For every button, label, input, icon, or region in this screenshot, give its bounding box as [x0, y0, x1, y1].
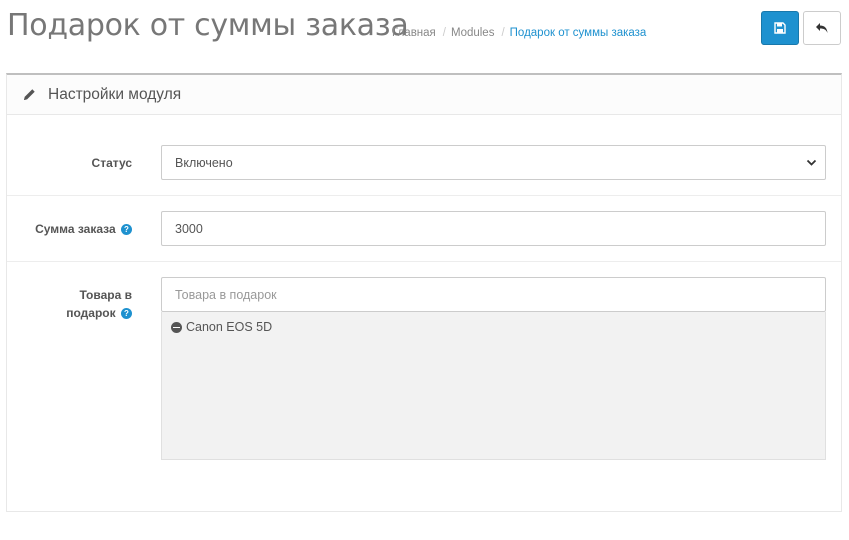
- breadcrumb-modules[interactable]: Modules: [451, 27, 494, 39]
- back-button[interactable]: [803, 11, 841, 45]
- chevron-down-icon: [806, 159, 817, 166]
- gifts-list: Canon EOS 5D: [161, 312, 826, 460]
- form-row-status: Статус Включено: [7, 115, 841, 196]
- gifts-autocomplete-input[interactable]: Товара в подарок: [161, 277, 826, 312]
- help-icon[interactable]: ?: [121, 308, 132, 319]
- pencil-icon: [24, 89, 35, 100]
- form-row-gifts: Товара в подарок ? Товара в подарок Canon…: [7, 262, 841, 512]
- save-button[interactable]: [761, 11, 799, 45]
- floppy-disk-icon: [774, 22, 786, 34]
- status-select[interactable]: Включено: [161, 145, 826, 180]
- reply-icon: [816, 23, 828, 33]
- page-title: Подарок от суммы заказа: [7, 8, 409, 43]
- gifts-label: Товара в подарок ?: [66, 286, 132, 322]
- order-sum-label-text: Сумма заказа: [35, 222, 116, 236]
- status-label: Статус: [91, 156, 132, 170]
- gift-product-name: Canon EOS 5D: [186, 320, 273, 334]
- form-row-order-sum: Сумма заказа ? 3000: [7, 196, 841, 262]
- breadcrumb: Главная / Modules / Подарок от суммы зак…: [392, 27, 646, 39]
- remove-circle-icon[interactable]: [171, 321, 182, 333]
- order-sum-label: Сумма заказа ?: [35, 220, 132, 238]
- breadcrumb-separator: /: [501, 27, 505, 39]
- status-select-value: Включено: [175, 155, 233, 170]
- breadcrumb-current[interactable]: Подарок от суммы заказа: [510, 27, 647, 39]
- panel-heading: Настройки модуля: [7, 75, 841, 115]
- order-sum-input[interactable]: 3000: [161, 211, 826, 246]
- module-settings-panel: Настройки модуля Статус Включено Сумма з…: [6, 73, 842, 512]
- breadcrumb-home[interactable]: Главная: [392, 27, 436, 39]
- list-item: Canon EOS 5D: [171, 320, 816, 334]
- gifts-label-line2: подарок: [66, 306, 116, 320]
- breadcrumb-separator: /: [442, 27, 446, 39]
- gifts-label-line1: Товара в: [79, 288, 132, 302]
- panel-title: Настройки модуля: [48, 85, 182, 103]
- help-icon[interactable]: ?: [121, 224, 132, 235]
